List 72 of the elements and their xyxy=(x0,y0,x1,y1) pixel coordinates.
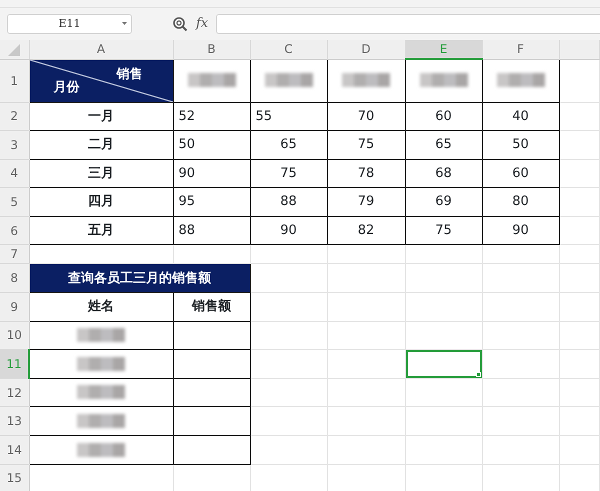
table-cell[interactable]: 82 xyxy=(327,216,405,245)
cell-reference: E11 xyxy=(58,16,81,32)
blurred-text xyxy=(264,73,312,88)
table-cell[interactable]: 90 xyxy=(482,216,559,245)
table-cell[interactable]: 40 xyxy=(482,102,559,131)
blurred-text xyxy=(420,73,468,88)
header-cell[interactable]: 销售额 xyxy=(173,292,250,322)
row-header[interactable]: 2 xyxy=(0,102,29,131)
column-caption: 销售 xyxy=(116,66,142,84)
column-header[interactable]: A xyxy=(29,40,173,59)
blurred-text xyxy=(77,328,125,342)
row-header[interactable]: 7 xyxy=(0,244,29,264)
row-header[interactable]: 15 xyxy=(0,464,29,491)
table-cell[interactable]: 79 xyxy=(327,188,405,216)
table-cell[interactable]: 75 xyxy=(405,216,482,245)
row-header[interactable]: 3 xyxy=(0,130,29,160)
table-cell[interactable]: 88 xyxy=(173,216,250,245)
table-cell[interactable]: 90 xyxy=(250,216,327,245)
table-cell[interactable]: 68 xyxy=(405,159,482,188)
blurred-text xyxy=(342,73,390,88)
row-caption: 月份 xyxy=(54,79,80,97)
column-header[interactable]: D xyxy=(327,40,405,59)
header-cell[interactable]: 三月 xyxy=(29,159,173,188)
formula-field[interactable] xyxy=(216,14,600,34)
header-cell[interactable]: 姓名 xyxy=(29,292,173,322)
table-cell[interactable]: 90 xyxy=(173,159,250,188)
table-cell[interactable]: 52 xyxy=(173,102,250,131)
row-header[interactable]: 10 xyxy=(0,321,29,350)
row-header[interactable]: 4 xyxy=(0,159,29,188)
column-header[interactable]: C xyxy=(250,40,327,59)
table-cell[interactable]: 60 xyxy=(482,159,559,188)
table-cell[interactable]: 75 xyxy=(327,130,405,160)
table-cell[interactable]: 70 xyxy=(327,102,405,131)
zoom-icon[interactable] xyxy=(172,16,188,32)
cell-cursor[interactable] xyxy=(406,350,481,378)
table-cell[interactable]: 65 xyxy=(405,130,482,160)
name-box[interactable]: E11 xyxy=(7,14,132,34)
row-header[interactable]: 12 xyxy=(0,378,29,407)
row-header[interactable]: 14 xyxy=(0,436,29,464)
diagonal-header-cell[interactable]: 销售 月份 xyxy=(29,59,173,102)
blurred-text xyxy=(496,73,544,88)
blurred-text xyxy=(77,414,125,428)
row-header[interactable]: 9 xyxy=(0,292,29,322)
table-cell[interactable]: 80 xyxy=(482,188,559,216)
row-header[interactable]: 6 xyxy=(0,216,29,245)
blurred-text xyxy=(188,73,236,88)
blurred-text xyxy=(77,385,125,400)
caret-icon xyxy=(122,22,127,26)
table-cell[interactable]: 65 xyxy=(250,130,327,160)
row-header[interactable]: 5 xyxy=(0,188,29,216)
column-header[interactable]: B xyxy=(173,40,250,59)
table-cell[interactable]: 75 xyxy=(250,159,327,188)
blurred-text xyxy=(77,356,126,371)
header-cell[interactable]: 一月 xyxy=(29,102,173,131)
table-cell[interactable]: 55 xyxy=(250,102,327,131)
function-button[interactable]: fx xyxy=(196,14,208,34)
table-cell[interactable]: 50 xyxy=(482,130,559,160)
table-cell[interactable]: 78 xyxy=(327,159,405,188)
blurred-text xyxy=(77,442,125,457)
row-header[interactable]: 1 xyxy=(0,59,29,102)
table-cell[interactable]: 88 xyxy=(250,188,327,216)
header-cell[interactable]: 五月 xyxy=(29,216,173,245)
table-cell[interactable]: 60 xyxy=(405,102,482,131)
table-cell[interactable]: 50 xyxy=(173,130,250,160)
table-cell[interactable]: 95 xyxy=(173,188,250,216)
table-title-cell[interactable]: 查询各员工三月的销售额 xyxy=(29,264,250,293)
column-header[interactable]: F xyxy=(482,40,559,59)
row-header[interactable]: 8 xyxy=(0,264,29,293)
header-cell[interactable]: 四月 xyxy=(29,188,173,216)
table-cell[interactable]: 69 xyxy=(405,188,482,216)
row-header[interactable]: 13 xyxy=(0,406,29,436)
header-cell[interactable]: 二月 xyxy=(29,130,173,160)
